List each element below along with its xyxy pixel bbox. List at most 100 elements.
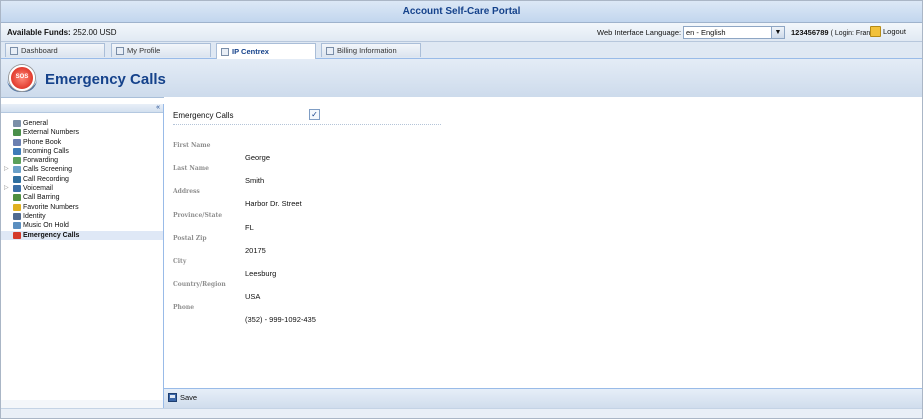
account-id: 123456789 bbox=[791, 28, 829, 37]
funds-value: 252.00 USD bbox=[72, 28, 117, 37]
field-value: (352) - 999-1092-435 bbox=[245, 315, 316, 325]
field-label: Phone bbox=[173, 304, 195, 312]
sidebar-item-icon bbox=[13, 185, 21, 193]
sidebar-item-label: Music On Hold bbox=[23, 222, 69, 230]
field-label: Postal Zip bbox=[173, 234, 207, 242]
sidebar-item-icon bbox=[13, 222, 21, 230]
sidebar-item-icon bbox=[13, 166, 21, 174]
field-label: Address bbox=[173, 188, 200, 196]
sidebar-item-external-numbers[interactable]: External Numbers bbox=[1, 128, 163, 137]
sidebar-item-forwarding[interactable]: Forwarding bbox=[1, 156, 163, 165]
sidebar-item-call-recording[interactable]: Call Recording bbox=[1, 175, 163, 184]
chevron-down-icon[interactable]: ▼ bbox=[771, 27, 784, 38]
language-value: en - English bbox=[686, 28, 726, 37]
sidebar-item-calls-screening[interactable]: ▷ Calls Screening bbox=[1, 165, 163, 174]
emergency-calls-checkbox[interactable]: ✓ bbox=[309, 109, 320, 120]
sos-phone-icon: SOS bbox=[9, 65, 35, 91]
expand-icon[interactable]: ▷ bbox=[4, 165, 9, 174]
account-info: 123456789 ( Login: Frank ) bbox=[791, 28, 878, 37]
emergency-calls-label: Emergency Calls bbox=[173, 111, 234, 120]
lock-icon bbox=[870, 26, 881, 37]
field-value: FL bbox=[245, 222, 254, 232]
field-value: Smith bbox=[245, 176, 265, 186]
sidebar-item-favorite-numbers[interactable]: Favorite Numbers bbox=[1, 203, 163, 212]
save-button[interactable]: Save bbox=[168, 393, 197, 402]
field-label: Province/State bbox=[173, 211, 223, 219]
logout-button[interactable]: Logout bbox=[870, 26, 906, 37]
sidebar-item-label: Forwarding bbox=[23, 157, 59, 165]
dashboard-icon bbox=[10, 46, 18, 55]
sidebar-footer bbox=[1, 400, 164, 408]
save-label: Save bbox=[180, 393, 198, 402]
field-label: Last Name bbox=[173, 165, 209, 173]
logout-label: Logout bbox=[883, 27, 906, 36]
tab-label: Billing Information bbox=[337, 46, 397, 55]
page-title: Emergency Calls bbox=[45, 71, 166, 88]
sidebar-nav: General External Numbers Phone Book Incomin… bbox=[1, 119, 163, 240]
sidebar-item-icon bbox=[13, 212, 21, 220]
sidebar-item-general[interactable]: General bbox=[1, 119, 163, 128]
tab-billing-information[interactable]: Billing Information bbox=[321, 43, 421, 57]
sidebar-item-icon bbox=[13, 175, 21, 183]
field-label: Country/Region bbox=[173, 281, 226, 289]
sidebar-item-label: Phone Book bbox=[23, 138, 62, 146]
sidebar-item-voicemail[interactable]: ▷ Voicemail bbox=[1, 184, 163, 193]
portal-window: Account Self-Care Portal Available Funds… bbox=[0, 0, 923, 419]
tab-my-profile[interactable]: My Profile bbox=[111, 43, 211, 57]
sidebar-item-icon bbox=[13, 157, 21, 165]
sidebar-item-label: Incoming Calls bbox=[23, 147, 69, 155]
collapse-sidebar-button[interactable]: « bbox=[156, 104, 160, 112]
main-panel: Emergency Calls ✓ First Name George Last N… bbox=[164, 97, 922, 388]
tab-label: My Profile bbox=[127, 46, 161, 55]
language-select[interactable]: en - English ▼ bbox=[683, 26, 785, 39]
expand-icon[interactable]: ▷ bbox=[4, 184, 9, 193]
sidebar-item-label: External Numbers bbox=[23, 129, 80, 137]
sidebar-item-icon bbox=[13, 203, 21, 211]
field-value: Harbor Dr. Street bbox=[245, 199, 302, 209]
sidebar-item-identity[interactable]: Identity bbox=[1, 212, 163, 221]
tab-label: IP Centrex bbox=[232, 47, 269, 56]
tab-ip-centrex[interactable]: IP Centrex bbox=[216, 43, 316, 59]
tab-bar: Dashboard My Profile IP Centrex Billing … bbox=[1, 42, 922, 59]
language-label: Web Interface Language: bbox=[597, 28, 682, 37]
title-bar: Account Self-Care Portal bbox=[1, 1, 922, 23]
sidebar-item-icon bbox=[13, 194, 21, 202]
sidebar-item-label: Voicemail bbox=[23, 185, 53, 193]
sidebar-item-label: Call Barring bbox=[23, 194, 60, 202]
field-label: City bbox=[173, 258, 187, 265]
app-title: Account Self-Care Portal bbox=[402, 6, 521, 17]
info-bar: Available Funds: 252.00 USD Web Interfac… bbox=[1, 23, 922, 42]
sidebar-item-music-on-hold[interactable]: Music On Hold bbox=[1, 221, 163, 230]
sidebar-item-icon bbox=[13, 120, 21, 127]
sidebar-item-label: General bbox=[23, 120, 48, 127]
tab-dashboard[interactable]: Dashboard bbox=[5, 43, 105, 57]
sidebar-item-label: Calls Screening bbox=[23, 166, 73, 174]
sidebar-item-label: Call Recording bbox=[23, 175, 69, 183]
floppy-disk-icon bbox=[168, 393, 177, 402]
divider bbox=[173, 124, 441, 125]
users-icon bbox=[116, 46, 124, 55]
sidebar: « General External Numbers Phone Book Incom… bbox=[1, 104, 164, 400]
sidebar-item-emergency-calls[interactable]: Emergency Calls bbox=[1, 230, 163, 240]
gear-icon bbox=[221, 47, 229, 56]
field-value: USA bbox=[245, 292, 261, 302]
document-icon bbox=[326, 46, 334, 55]
sidebar-item-icon bbox=[13, 147, 21, 155]
sidebar-item-incoming-calls[interactable]: Incoming Calls bbox=[1, 147, 163, 156]
sidebar-item-label: Favorite Numbers bbox=[23, 203, 79, 211]
funds-label: Available Funds: bbox=[7, 28, 71, 37]
footer-strip bbox=[1, 408, 922, 418]
field-value: Leesburg bbox=[245, 269, 277, 278]
page-header: SOS Emergency Calls bbox=[1, 59, 922, 98]
sidebar-item-icon bbox=[13, 129, 21, 137]
field-label: First Name bbox=[173, 142, 211, 149]
bottom-toolbar: Save bbox=[164, 388, 922, 409]
sidebar-item-call-barring[interactable]: Call Barring bbox=[1, 193, 163, 202]
tab-label: Dashboard bbox=[21, 46, 58, 55]
field-value: George bbox=[245, 153, 271, 162]
sidebar-item-icon bbox=[13, 231, 21, 239]
sidebar-item-phone-book[interactable]: Phone Book bbox=[1, 138, 163, 147]
field-value: 20175 bbox=[245, 245, 266, 255]
sidebar-item-icon bbox=[13, 138, 21, 146]
available-funds: Available Funds: 252.00 USD bbox=[7, 28, 117, 37]
